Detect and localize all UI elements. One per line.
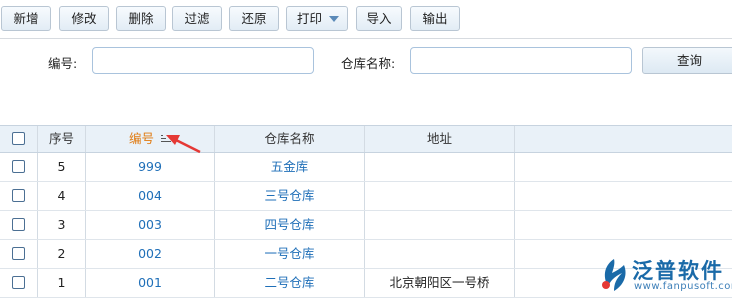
delete-button[interactable]: 删除: [116, 6, 166, 31]
code-link[interactable]: 004: [86, 182, 215, 210]
code-link[interactable]: 003: [86, 211, 215, 239]
brand-logo-icon: [602, 259, 626, 291]
row-checkbox[interactable]: [12, 160, 25, 173]
seq-cell: 3: [38, 211, 86, 239]
warehouse-name-link[interactable]: 五金库: [215, 153, 365, 181]
print-button-label: 打印: [297, 11, 323, 26]
column-header-address[interactable]: 地址: [365, 126, 515, 152]
seq-cell: 4: [38, 182, 86, 210]
filler-cell: [515, 211, 732, 239]
restore-button[interactable]: 还原: [229, 6, 279, 31]
table-row[interactable]: 5 999 五金库: [0, 153, 732, 182]
warehouse-name-link[interactable]: 三号仓库: [215, 182, 365, 210]
row-select-cell[interactable]: [0, 240, 38, 268]
column-header-filler: [515, 126, 732, 152]
address-cell: [365, 182, 515, 210]
row-checkbox[interactable]: [12, 276, 25, 289]
add-button[interactable]: 新增: [1, 6, 51, 31]
row-checkbox[interactable]: [12, 189, 25, 202]
column-header-warehouse-name[interactable]: 仓库名称: [215, 126, 365, 152]
warehouse-name-link[interactable]: 二号仓库: [215, 269, 365, 297]
code-input[interactable]: [92, 47, 314, 74]
export-button[interactable]: 输出: [410, 6, 460, 31]
table-row[interactable]: 4 004 三号仓库: [0, 182, 732, 211]
seq-cell: 1: [38, 269, 86, 297]
query-button[interactable]: 查询: [642, 47, 732, 74]
grid-header: 序号 编号 仓库名称 地址: [0, 125, 732, 153]
filter-button[interactable]: 过滤: [172, 6, 222, 31]
address-cell: [365, 153, 515, 181]
annotation-arrow-icon: [166, 135, 201, 154]
code-link[interactable]: 002: [86, 240, 215, 268]
toolbar: 新增 修改 删除 过滤 还原 打印 导入 输出: [0, 0, 732, 39]
warehouse-name-link[interactable]: 一号仓库: [215, 240, 365, 268]
row-select-cell[interactable]: [0, 182, 38, 210]
select-all-cell[interactable]: [0, 126, 38, 152]
warehouse-name-label: 仓库名称:: [341, 56, 396, 71]
print-button[interactable]: 打印: [286, 6, 348, 31]
watermark-logo: 泛普软件 www.fanpusoft.com: [598, 255, 732, 299]
address-cell: 北京朝阳区一号桥: [365, 269, 515, 297]
code-link[interactable]: 001: [86, 269, 215, 297]
seq-cell: 2: [38, 240, 86, 268]
row-select-cell[interactable]: [0, 153, 38, 181]
address-cell: [365, 240, 515, 268]
warehouse-name-link[interactable]: 四号仓库: [215, 211, 365, 239]
import-button[interactable]: 导入: [356, 6, 402, 31]
filler-cell: [515, 153, 732, 181]
search-panel: 编号: 仓库名称: 查询: [0, 39, 732, 125]
filler-cell: [515, 182, 732, 210]
address-cell: [365, 211, 515, 239]
row-checkbox[interactable]: [12, 218, 25, 231]
seq-cell: 5: [38, 153, 86, 181]
row-select-cell[interactable]: [0, 269, 38, 297]
warehouse-name-input[interactable]: [410, 47, 632, 74]
column-header-code-label: 编号: [128, 131, 154, 146]
column-header-seq[interactable]: 序号: [38, 126, 86, 152]
chevron-down-icon: [329, 16, 339, 22]
row-checkbox[interactable]: [12, 247, 25, 260]
brand-url: www.fanpusoft.com: [634, 281, 732, 292]
code-label: 编号:: [48, 56, 78, 71]
row-select-cell[interactable]: [0, 211, 38, 239]
select-all-checkbox[interactable]: [12, 132, 25, 145]
edit-button[interactable]: 修改: [59, 6, 109, 31]
table-row[interactable]: 3 003 四号仓库: [0, 211, 732, 240]
